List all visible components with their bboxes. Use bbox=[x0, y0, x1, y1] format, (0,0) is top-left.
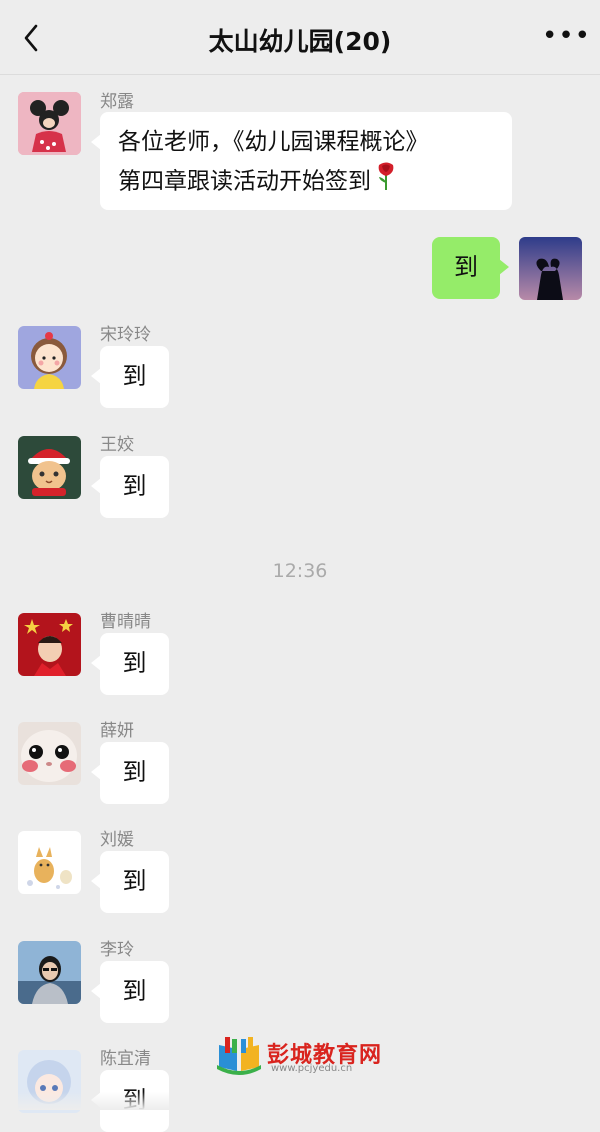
message-bubble[interactable]: 到 bbox=[91, 742, 169, 804]
message-text: 到 bbox=[122, 362, 147, 390]
watermark: 彭城教育网 www.pcjyedu.cn bbox=[215, 1035, 395, 1075]
chat-header: 太山幼儿园(20) ••• bbox=[0, 0, 600, 75]
avatar[interactable] bbox=[18, 722, 81, 785]
message-bubble[interactable]: 到 bbox=[91, 961, 169, 1023]
message-text: 到 bbox=[122, 472, 147, 500]
sender-name: 刘媛 bbox=[100, 830, 134, 850]
message-text: 到 bbox=[122, 867, 147, 895]
message-text: 到 bbox=[122, 758, 147, 786]
avatar[interactable] bbox=[18, 92, 81, 155]
message-text-line: 各位老师，《幼儿园课程概论》 bbox=[118, 129, 429, 155]
avatar-self[interactable] bbox=[519, 237, 582, 300]
message-bubble[interactable]: 各位老师，《幼儿园课程概论》 第四章跟读活动开始签到 bbox=[91, 112, 512, 210]
message-bubble[interactable]: 到 bbox=[91, 851, 169, 913]
sender-name: 薛妍 bbox=[100, 721, 134, 741]
timestamp: 12:36 bbox=[272, 560, 328, 582]
avatar[interactable] bbox=[18, 941, 81, 1004]
bottom-fade bbox=[0, 1092, 600, 1110]
sender-name: 陈宜清 bbox=[100, 1049, 151, 1069]
message-bubble-self[interactable]: 到 bbox=[432, 237, 509, 299]
avatar[interactable] bbox=[18, 831, 81, 894]
watermark-book-icon bbox=[217, 1037, 261, 1075]
sender-name: 李玲 bbox=[100, 940, 134, 960]
sender-name: 王姣 bbox=[100, 435, 134, 455]
message-text: 到 bbox=[122, 649, 147, 677]
avatar[interactable] bbox=[18, 326, 81, 389]
message-text: 到 bbox=[454, 253, 478, 281]
avatar[interactable] bbox=[18, 613, 81, 676]
more-horizontal-icon[interactable]: ••• bbox=[542, 23, 590, 50]
chat-title: 太山幼儿园(20) bbox=[208, 27, 392, 56]
message-bubble[interactable]: 到 bbox=[91, 346, 169, 408]
message-bubble[interactable]: 到 bbox=[91, 456, 169, 518]
watermark-url: www.pcjyedu.cn bbox=[271, 1063, 353, 1074]
sender-name: 宋玲玲 bbox=[100, 325, 151, 345]
sender-name: 曹晴晴 bbox=[100, 612, 151, 632]
avatar[interactable] bbox=[18, 436, 81, 499]
sender-name: 郑露 bbox=[100, 92, 134, 112]
message-bubble[interactable]: 到 bbox=[91, 633, 169, 695]
message-text: 到 bbox=[122, 977, 147, 1005]
rose-emoji-icon bbox=[375, 161, 397, 203]
message-text-line: 第四章跟读活动开始签到 bbox=[118, 168, 371, 195]
